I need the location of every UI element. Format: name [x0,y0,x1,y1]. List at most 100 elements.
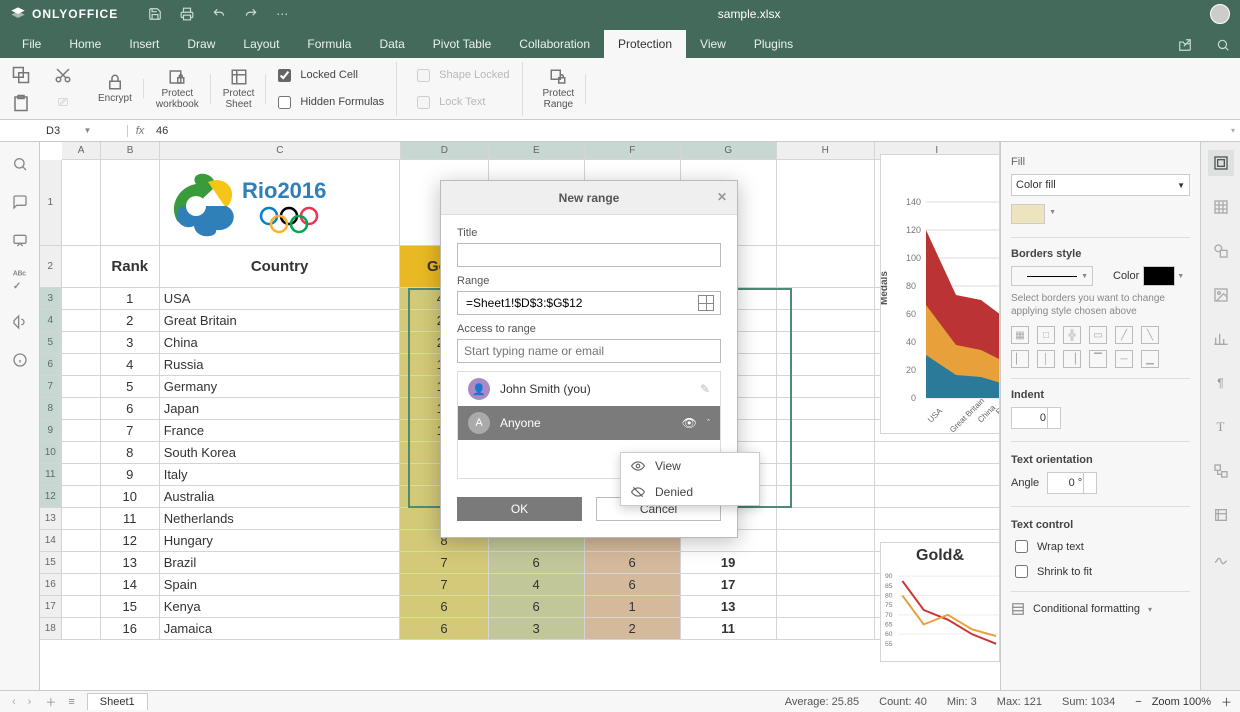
status-count: Count: 40 [879,696,927,708]
encrypt-group[interactable]: Encrypt [94,73,136,104]
tab-home[interactable]: Home [55,30,115,58]
tab-signature-icon[interactable] [1208,546,1234,572]
about-icon[interactable] [12,352,28,368]
fill-color-swatch[interactable] [1011,204,1045,224]
svg-text:80: 80 [906,281,916,291]
sheet-prev-icon[interactable]: ‹ [12,696,16,708]
border-color-select[interactable] [1143,266,1175,286]
tab-image-icon[interactable] [1208,282,1234,308]
svg-text:0: 0 [911,393,916,403]
angle-input[interactable]: 0 ° [1047,472,1097,494]
tab-cell-icon[interactable] [1208,150,1234,176]
open-location-icon[interactable] [1178,38,1192,52]
tab-collab[interactable]: Collaboration [505,30,604,58]
formula-input[interactable]: 46 [152,125,1226,137]
print-icon[interactable] [180,7,194,21]
col-header[interactable]: C [160,142,401,160]
border-right-icon[interactable]: ▕ [1063,350,1081,368]
feedback-icon[interactable] [12,314,28,330]
svg-text:85: 85 [885,583,893,590]
border-bottom-icon[interactable]: ▁ [1141,350,1159,368]
save-icon[interactable] [148,7,162,21]
border-none-icon[interactable]: □ [1037,326,1055,344]
shrink-fit-check[interactable]: Shrink to fit [1011,562,1190,581]
fill-type-select[interactable]: Color fill▼ [1011,174,1190,196]
tab-textart-icon[interactable]: T [1208,414,1234,440]
more-icon[interactable]: ⋯ [276,7,288,21]
tab-formula[interactable]: Formula [293,30,365,58]
tab-shape-icon[interactable] [1208,238,1234,264]
comments-icon[interactable] [12,194,28,210]
border-box-icon[interactable]: ▭ [1089,326,1107,344]
ribbon: ⎚ Encrypt Protect workbook Protect Sheet… [0,58,1240,120]
col-header[interactable]: G [681,142,777,160]
border-inner-icon[interactable]: ╬ [1063,326,1081,344]
chart-gold[interactable]: Gold& 9085807570656055 als [880,542,1000,662]
expand-fx-icon[interactable]: ▾ [1226,126,1240,135]
border-outer-icon[interactable]: ▦ [1011,326,1029,344]
spreadsheet-grid[interactable]: A B C D E F G H I 1Rio20162RankCountryGo… [40,142,1000,690]
col-header[interactable]: A [62,142,101,160]
sheet-next-icon[interactable]: › [28,696,32,708]
indent-input[interactable]: 0 [1011,407,1061,429]
border-diag1-icon[interactable]: ╱ [1115,326,1133,344]
tab-pivot-icon[interactable] [1208,458,1234,484]
col-header[interactable]: E [489,142,585,160]
col-header[interactable]: D [401,142,489,160]
svg-text:Rio2016: Rio2016 [242,178,326,203]
zoom-in-icon[interactable]: ＋ [1221,694,1232,710]
locked-cell-check[interactable]: Locked Cell [274,66,384,85]
sheet-tab[interactable]: Sheet1 [87,693,148,710]
tab-layout[interactable]: Layout [229,30,293,58]
cut-icon[interactable] [52,64,74,86]
spellcheck-icon[interactable]: ᴬᴮᶜ✓ [13,270,26,292]
tab-insert[interactable]: Insert [115,30,173,58]
border-left-icon[interactable]: ▏ [1011,350,1029,368]
chat-icon[interactable] [12,232,28,248]
search-icon[interactable] [1216,38,1230,52]
tab-chart-icon[interactable] [1208,326,1234,352]
redo-icon[interactable] [244,7,258,21]
user-avatar[interactable] [1210,4,1230,24]
protect-sheet[interactable]: Protect Sheet [219,68,259,110]
col-header[interactable]: F [585,142,681,160]
undo-icon[interactable] [212,7,226,21]
name-box[interactable]: D3▼ [40,125,128,137]
protect-range[interactable]: Protect Range [539,68,579,110]
border-innerv-icon[interactable]: │ [1037,350,1055,368]
col-header[interactable]: H [777,142,875,160]
border-innerh-icon[interactable]: ─ [1115,350,1133,368]
tab-protection[interactable]: Protection [604,30,686,58]
tab-pivot[interactable]: Pivot Table [419,30,505,58]
paste-icon[interactable] [10,92,32,114]
hidden-formulas-check[interactable]: Hidden Formulas [274,93,384,112]
tab-paragraph-icon[interactable]: ¶ [1208,370,1234,396]
status-min: Min: 3 [947,696,977,708]
tab-file[interactable]: File [8,30,55,58]
tab-view[interactable]: View [686,30,740,58]
fx-icon[interactable]: fx [128,125,152,137]
tab-data[interactable]: Data [365,30,418,58]
svg-text:40: 40 [906,337,916,347]
wrap-text-check[interactable]: Wrap text [1011,537,1190,556]
chart-medals[interactable]: Medals 140120100806040200 USA Great Brit… [880,154,1000,434]
tab-table-icon[interactable] [1208,194,1234,220]
document-title: sample.xlsx [288,7,1210,21]
border-weight-select[interactable] [1011,266,1093,286]
find-icon[interactable] [12,156,28,172]
zoom-out-icon[interactable]: − [1135,696,1141,708]
tab-plugins[interactable]: Plugins [740,30,807,58]
sheet-add-icon[interactable]: ＋ [45,694,56,710]
conditional-formatting[interactable]: Conditional formatting▾ [1011,602,1190,616]
tab-draw[interactable]: Draw [173,30,229,58]
col-header[interactable]: B [101,142,160,160]
copy-icon[interactable] [10,64,32,86]
clear-icon[interactable]: ⎚ [52,92,74,114]
tab-slicer-icon[interactable] [1208,502,1234,528]
protect-workbook[interactable]: Protect workbook [152,68,203,110]
border-icons-row1: ▦ □ ╬ ▭ ╱ ╲ [1011,326,1190,344]
sheet-list-icon[interactable]: ≡ [68,696,74,708]
zoom-label[interactable]: Zoom 100% [1152,696,1211,708]
border-diag2-icon[interactable]: ╲ [1141,326,1159,344]
border-top-icon[interactable]: ▔ [1089,350,1107,368]
